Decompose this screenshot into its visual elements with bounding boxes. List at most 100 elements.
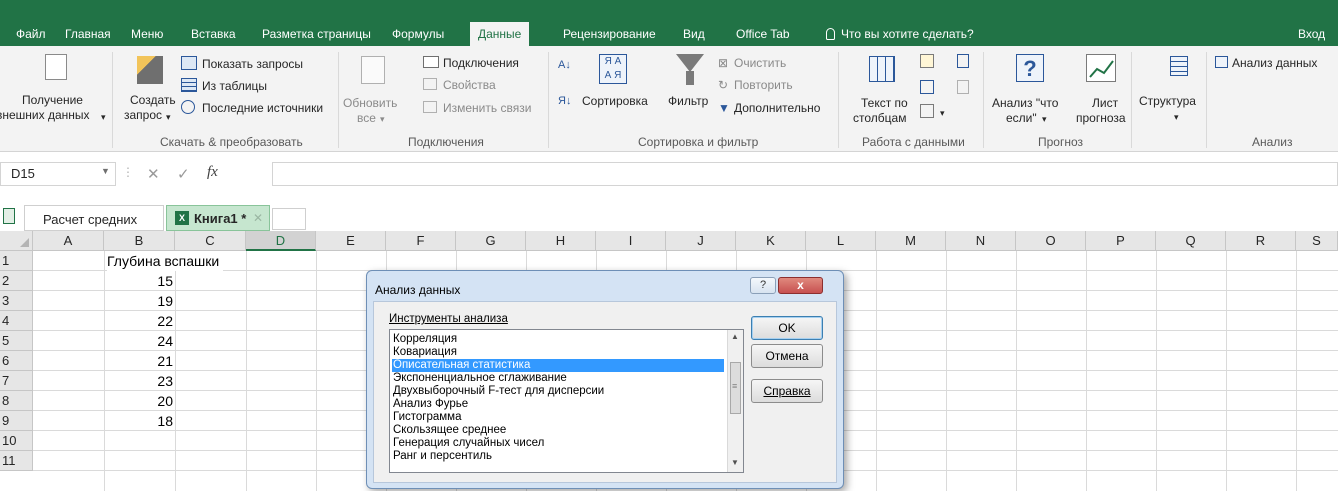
cell-b6[interactable]: 21 [104,351,173,371]
close-icon[interactable]: x [778,277,823,294]
list-scrollbar[interactable]: ▲ ≡ ▼ [727,330,743,472]
name-box-dropdown-icon[interactable]: ▼ [101,166,110,176]
outline-dropdown-icon[interactable]: ▾ [1174,110,1179,124]
edit-links-button[interactable]: Изменить связи [443,101,531,115]
column-header-g[interactable]: G [456,231,526,251]
scroll-thumb[interactable]: ≡ [730,362,741,414]
row-header-7[interactable]: 7 [0,371,33,391]
list-item[interactable]: Ковариация [392,346,724,359]
tab-home[interactable]: Главная [65,22,111,46]
forecast-sheet-label-2[interactable]: прогноза [1076,111,1126,125]
column-header-p[interactable]: P [1086,231,1156,251]
ok-button[interactable]: OK [751,316,823,340]
what-if-label-1[interactable]: Анализ "что [992,96,1058,110]
forecast-sheet-label-1[interactable]: Лист [1092,96,1118,110]
select-all-corner[interactable] [0,231,33,251]
tell-me-search[interactable]: Что вы хотите сделать? [826,22,974,46]
list-item[interactable]: Двухвыборочный F-тест для дисперсии [392,385,724,398]
tab-review[interactable]: Рецензирование [563,22,656,46]
cell-b8[interactable]: 20 [104,391,173,411]
new-tab-button[interactable] [272,208,306,230]
row-header-4[interactable]: 4 [0,311,33,331]
cell-b4[interactable]: 22 [104,311,173,331]
column-header-h[interactable]: H [526,231,596,251]
from-table-button[interactable]: Из таблицы [202,79,267,93]
column-header-a[interactable]: A [33,231,104,251]
cell-b2[interactable]: 15 [104,271,173,291]
column-header-k[interactable]: K [736,231,806,251]
list-item[interactable]: Ранг и персентиль [392,450,724,463]
outline-button[interactable]: Структура [1139,94,1196,108]
confirm-entry-icon[interactable]: ✓ [177,165,190,183]
column-header-f[interactable]: F [386,231,456,251]
list-item[interactable]: Корреляция [392,333,724,346]
data-validation-dropdown-icon[interactable]: ▾ [940,106,945,120]
list-item[interactable]: Генерация случайных чисел [392,437,724,450]
row-header-3[interactable]: 3 [0,291,33,311]
list-item[interactable]: Гистограмма [392,411,724,424]
sort-button[interactable]: Сортировка [582,94,648,108]
tab-office-tab[interactable]: Office Tab [736,22,790,46]
cell-b3[interactable]: 19 [104,291,173,311]
workbook-tab-book1[interactable]: X Книга1 * ✕ [166,205,270,231]
get-data-dropdown-icon[interactable]: ▾ [101,110,106,124]
new-query-label-1[interactable]: Создать [130,93,176,107]
row-header-11[interactable]: 11 [0,451,33,471]
scroll-down-icon[interactable]: ▼ [731,458,739,467]
new-query-label-2[interactable]: запрос [124,108,162,122]
column-header-l[interactable]: L [806,231,876,251]
sign-in-link[interactable]: Вход [1298,22,1325,46]
column-header-i[interactable]: I [596,231,666,251]
what-if-label-2[interactable]: если" [1006,111,1037,125]
column-header-n[interactable]: N [946,231,1016,251]
what-if-dropdown-icon[interactable]: ▾ [1042,112,1047,126]
row-header-5[interactable]: 5 [0,331,33,351]
cancel-button[interactable]: Отмена [751,344,823,368]
column-header-d[interactable]: D [246,231,316,251]
tab-view[interactable]: Вид [683,22,705,46]
filter-button[interactable]: Фильтр [668,94,708,108]
workbook-tab-averages[interactable]: Расчет средних [24,205,164,231]
list-item[interactable]: Анализ Фурье [392,398,724,411]
tab-menu[interactable]: Меню [131,22,163,46]
list-item[interactable]: Экспоненциальное сглаживание [392,372,724,385]
list-item-selected[interactable]: Описательная статистика [392,359,724,372]
scroll-up-icon[interactable]: ▲ [731,332,739,341]
cell-b5[interactable]: 24 [104,331,173,351]
tab-formulas[interactable]: Формулы [392,22,444,46]
tab-data[interactable]: Данные [470,22,530,46]
insert-function-icon[interactable]: fx [207,164,218,181]
row-header-10[interactable]: 10 [0,431,33,451]
column-header-r[interactable]: R [1226,231,1296,251]
formula-input[interactable] [272,162,1338,186]
connections-button[interactable]: Подключения [443,56,519,70]
new-query-dropdown-icon[interactable]: ▾ [166,110,171,124]
help-button[interactable]: Справка [751,379,823,403]
column-header-q[interactable]: Q [1156,231,1226,251]
column-header-c[interactable]: C [175,231,246,251]
tab-file[interactable]: Файл [16,22,46,46]
tab-insert[interactable]: Вставка [191,22,236,46]
text-to-columns-label-2[interactable]: столбцам [853,111,906,125]
cell-b9[interactable]: 18 [104,411,173,431]
advanced-button[interactable]: Дополнительно [734,101,820,115]
column-header-e[interactable]: E [316,231,386,251]
reapply-button[interactable]: Повторить [734,78,793,92]
refresh-dropdown-icon[interactable]: ▾ [380,112,385,126]
sort-asc-icon[interactable]: А↓ [558,58,571,72]
column-header-j[interactable]: J [666,231,736,251]
recent-sources-button[interactable]: Последние источники [202,101,323,115]
analysis-tools-list[interactable]: Корреляция Ковариация Описательная стати… [389,329,744,473]
clear-button[interactable]: Очистить [734,56,786,70]
data-analysis-button[interactable]: Анализ данных [1232,56,1317,70]
properties-button[interactable]: Свойства [443,78,496,92]
refresh-all-label-2[interactable]: все [357,111,376,125]
help-icon[interactable]: ? [750,277,776,294]
column-header-b[interactable]: B [104,231,175,251]
column-header-m[interactable]: M [876,231,946,251]
get-data-label-1[interactable]: Получение [22,93,83,107]
row-header-2[interactable]: 2 [0,271,33,291]
cancel-entry-icon[interactable]: ✕ [147,165,160,183]
row-header-9[interactable]: 9 [0,411,33,431]
column-header-o[interactable]: O [1016,231,1086,251]
